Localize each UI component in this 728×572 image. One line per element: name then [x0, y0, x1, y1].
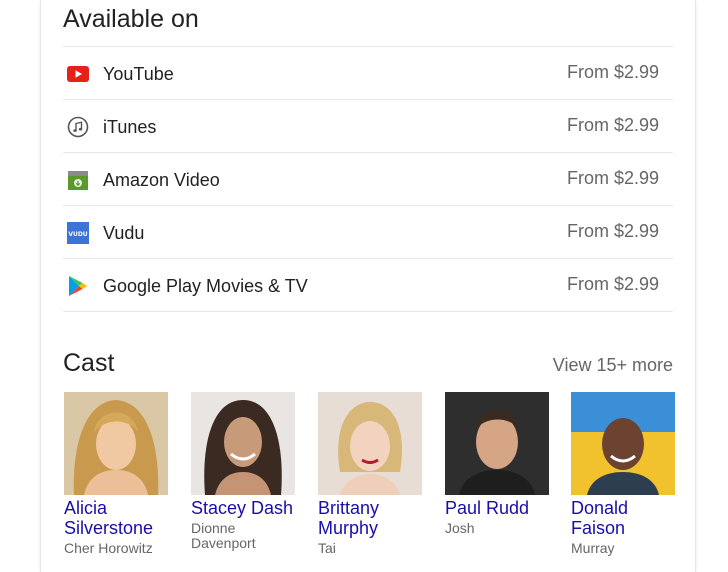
cast-name-link[interactable]: Brittany Murphy: [318, 498, 428, 538]
cast-list: Alicia Silverstone Cher Horowitz Stacey …: [64, 392, 684, 572]
provider-price: From $2.99: [566, 274, 659, 294]
cast-role: Cher Horowitz: [64, 540, 153, 556]
cast-name-link[interactable]: Paul Rudd: [445, 498, 555, 518]
cast-member-card[interactable]: Brittany Murphy Tai: [318, 392, 422, 556]
google-play-icon: [67, 275, 89, 297]
itunes-icon: [67, 116, 89, 138]
provider-name: Vudu: [103, 223, 145, 243]
provider-price: From $2.99: [566, 168, 659, 188]
cast-member-card[interactable]: Paul Rudd Josh: [445, 392, 549, 536]
cast-name-link[interactable]: Donald Faison: [571, 498, 681, 538]
provider-row-google-play[interactable]: Google Play Movies & TV From $2.99: [63, 258, 673, 312]
cast-photo[interactable]: [318, 392, 422, 495]
available-on-heading: Available on: [63, 5, 199, 33]
provider-list: YouTube From $2.99 iTunes From $2.99 Ama…: [63, 46, 673, 312]
provider-price: From $2.99: [566, 221, 659, 241]
provider-name: Amazon Video: [103, 170, 220, 190]
cast-role: Josh: [445, 520, 475, 536]
vudu-icon-text: VUDU: [68, 231, 87, 238]
provider-row-itunes[interactable]: iTunes From $2.99: [63, 99, 673, 152]
cast-photo[interactable]: [191, 392, 295, 495]
provider-name: Google Play Movies & TV: [103, 276, 308, 296]
provider-row-vudu[interactable]: VUDU Vudu From $2.99: [63, 205, 673, 258]
cast-role: Murray: [571, 540, 615, 556]
provider-price: From $2.99: [566, 115, 659, 135]
cast-photo[interactable]: [64, 392, 168, 495]
provider-price: From $2.99: [566, 62, 659, 82]
cast-member-card[interactable]: Stacey Dash Dionne Davenport: [191, 392, 295, 551]
cast-name-link[interactable]: Stacey Dash: [191, 498, 301, 518]
cast-name-link[interactable]: Alicia Silverstone: [64, 498, 174, 538]
vudu-icon: VUDU: [67, 222, 89, 244]
youtube-icon: [67, 63, 89, 85]
cast-photo[interactable]: [571, 392, 675, 495]
view-more-cast-link[interactable]: View 15+ more: [553, 354, 673, 376]
provider-row-youtube[interactable]: YouTube From $2.99: [63, 46, 673, 99]
amazon-video-icon: [67, 169, 89, 191]
knowledge-panel-card: Available on YouTube From $2.99 iTunes F…: [40, 0, 696, 572]
cast-member-card[interactable]: Alicia Silverstone Cher Horowitz: [64, 392, 168, 556]
cast-role: Tai: [318, 540, 336, 556]
cast-photo[interactable]: [445, 392, 549, 495]
cast-role: Dionne Davenport: [191, 520, 256, 551]
cast-heading: Cast: [63, 349, 115, 377]
cast-member-card[interactable]: Donald Faison Murray: [571, 392, 675, 556]
provider-name: iTunes: [103, 117, 157, 137]
provider-name: YouTube: [103, 64, 174, 84]
provider-row-amazon-video[interactable]: Amazon Video From $2.99: [63, 152, 673, 205]
